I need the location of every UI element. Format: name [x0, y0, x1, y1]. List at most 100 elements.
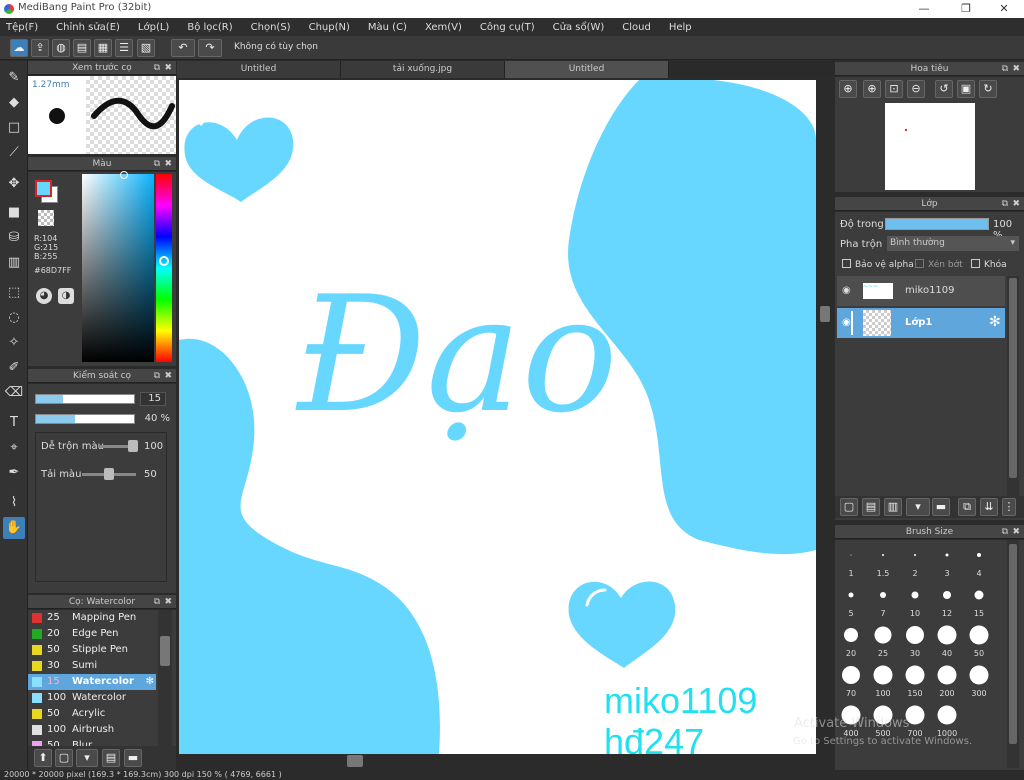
fill-rect-tool-icon[interactable]: ■ — [3, 202, 25, 224]
new-8bit-layer-icon[interactable]: ▥ — [884, 498, 902, 516]
close-icon[interactable]: ✖ — [164, 61, 172, 75]
layers-scrollbar-thumb[interactable] — [1009, 278, 1017, 478]
canvas-vscroll[interactable] — [818, 78, 832, 754]
close-icon[interactable]: ✖ — [1012, 62, 1020, 76]
document-icon[interactable]: ▦ — [94, 39, 112, 57]
blend-mode-select[interactable]: Bình thường ▾ — [887, 236, 1019, 251]
minimize-button[interactable]: — — [904, 0, 944, 18]
layer-row-layer1[interactable]: ◉ Lớp1 ✻ — [837, 308, 1005, 338]
brush-list-item[interactable]: 15 Watercolor ✻ — [28, 674, 156, 690]
gradient-tool-icon[interactable]: ▥ — [3, 252, 25, 274]
popout-icon[interactable]: ⧉ — [1002, 197, 1008, 211]
protect-alpha-checkbox[interactable]: Bảo vệ alpha — [842, 259, 914, 270]
magic-wand-tool-icon[interactable]: ✧ — [3, 332, 25, 354]
brush-size-scrollbar[interactable] — [1007, 540, 1019, 768]
brush-size-option[interactable]: 50 — [963, 620, 995, 660]
eraser-tool-icon[interactable]: ◆ — [3, 92, 25, 114]
brush-folder-icon[interactable]: ▬ — [124, 749, 142, 767]
menu-cloud[interactable]: Cloud — [622, 22, 651, 33]
menu-file[interactable]: Tệp(F) — [6, 22, 38, 33]
canvas-hscroll[interactable] — [177, 754, 833, 768]
pen-tool-icon[interactable]: ⟋ — [3, 142, 25, 164]
zoom-in2-icon[interactable]: ⊕ — [863, 80, 881, 98]
brush-size-option[interactable]: 1000 — [931, 700, 963, 740]
brush-add-icon[interactable]: ⬆ — [34, 749, 52, 767]
popout-icon[interactable]: ⧉ — [154, 157, 160, 171]
tab-image[interactable]: tải xuống.jpg — [341, 61, 505, 78]
brush-size-option[interactable]: 25 — [867, 620, 899, 660]
brush-size-option[interactable]: 30 — [899, 620, 931, 660]
tab-untitled-1[interactable]: Untitled — [177, 61, 341, 78]
list-icon[interactable]: ☰ — [115, 39, 133, 57]
fit-icon[interactable]: ⊡ — [885, 80, 903, 98]
brush-size-scrollbar-thumb[interactable] — [1009, 544, 1017, 744]
zoom-out-icon[interactable]: ⊖ — [907, 80, 925, 98]
transparent-color-swatch[interactable] — [38, 210, 54, 226]
menu-edit[interactable]: Chỉnh sửa(E) — [56, 22, 120, 33]
menu-layer[interactable]: Lớp(L) — [138, 22, 169, 33]
menu-color[interactable]: Màu (C) — [368, 22, 407, 33]
rotate-left-icon[interactable]: ↺ — [935, 80, 953, 98]
foreground-color-swatch[interactable] — [35, 180, 52, 197]
brush-size-option[interactable]: 70 — [835, 660, 867, 700]
move-tool-icon[interactable]: ✥ — [3, 173, 25, 195]
brush-size-option[interactable]: 4 — [963, 540, 995, 580]
close-icon[interactable]: ✖ — [1012, 525, 1020, 539]
brush-size-option[interactable]: 7 — [867, 580, 899, 620]
close-icon[interactable]: ✖ — [1012, 197, 1020, 211]
brush-size-option[interactable]: 1.5 — [867, 540, 899, 580]
popout-icon[interactable]: ⧉ — [1002, 62, 1008, 76]
comment-icon[interactable]: ◍ — [52, 39, 70, 57]
hue-slider[interactable] — [156, 174, 172, 362]
popout-icon[interactable]: ⧉ — [154, 595, 160, 609]
brush-list-item[interactable]: 25 Mapping Pen — [28, 610, 156, 626]
close-icon[interactable]: ✖ — [164, 595, 172, 609]
brush-size-option[interactable]: 5 — [835, 580, 867, 620]
canvas-vscroll-thumb[interactable] — [820, 306, 830, 322]
brush-size-option[interactable]: 20 — [835, 620, 867, 660]
bucket-tool-icon[interactable]: ⛁ — [3, 227, 25, 249]
brush-doc-icon[interactable]: ▤ — [102, 749, 120, 767]
layers-scrollbar[interactable] — [1007, 276, 1019, 496]
fit-screen-icon[interactable]: ▣ — [957, 80, 975, 98]
hue-slider-handle[interactable] — [159, 256, 169, 266]
maximize-button[interactable]: ❐ — [946, 0, 986, 18]
layer-opacity-slider[interactable] — [885, 218, 989, 230]
hand-tool-icon[interactable]: ✋ — [3, 517, 25, 539]
brush-size-option[interactable]: 10 — [899, 580, 931, 620]
brush-size-option[interactable]: 15 — [963, 580, 995, 620]
brush-list-item[interactable]: 30 Sumi — [28, 658, 156, 674]
brush-list-item[interactable]: 100 Airbrush — [28, 722, 156, 738]
menu-window[interactable]: Cửa sổ(W) — [553, 22, 605, 33]
brush-size-option[interactable]: 300 — [963, 660, 995, 700]
select-eraser-tool-icon[interactable]: ⌫ — [3, 382, 25, 404]
menu-snap[interactable]: Chụp(N) — [309, 22, 350, 33]
brush-list-item[interactable]: 50 Blur — [28, 738, 156, 746]
artboard[interactable]: Đạo miko1109 hđ247 — [179, 80, 816, 754]
gear-icon[interactable]: ✻ — [989, 314, 1001, 330]
text-tool-icon[interactable]: T — [3, 412, 25, 434]
brush-list-item[interactable]: 50 Stipple Pen — [28, 642, 156, 658]
brush-opacity-slider[interactable] — [35, 414, 135, 424]
rotate-right-icon[interactable]: ↻ — [979, 80, 997, 98]
load-slider-handle[interactable] — [104, 468, 114, 480]
brush-list-scrollbar[interactable] — [158, 610, 172, 746]
upload-icon[interactable]: ⇪ — [31, 39, 49, 57]
brush-list-scrollbar-thumb[interactable] — [160, 636, 170, 666]
menu-tools[interactable]: Công cụ(T) — [480, 22, 535, 33]
brush-size-option[interactable]: 40 — [931, 620, 963, 660]
clipping-checkbox[interactable]: Xén bớt — [915, 259, 963, 270]
close-icon[interactable]: ✖ — [164, 369, 172, 383]
brush-size-value[interactable]: 15 — [140, 392, 166, 406]
new-halftone-layer-icon[interactable]: ▤ — [862, 498, 880, 516]
popout-icon[interactable]: ⧉ — [1002, 525, 1008, 539]
saturation-value-picker[interactable] — [82, 171, 154, 362]
brush-menu-icon[interactable]: ▾ — [76, 749, 98, 767]
menu-view[interactable]: Xem(V) — [425, 22, 462, 33]
lock-checkbox[interactable]: Khóa — [971, 259, 1007, 270]
rectangle-tool-icon[interactable]: □ — [3, 117, 25, 139]
popout-icon[interactable]: ⧉ — [154, 61, 160, 75]
cloud-icon[interactable]: ☁ — [10, 39, 28, 57]
brush-tool-icon[interactable]: ✎ — [3, 67, 25, 89]
operation-tool-icon[interactable]: ⌖ — [3, 437, 25, 459]
